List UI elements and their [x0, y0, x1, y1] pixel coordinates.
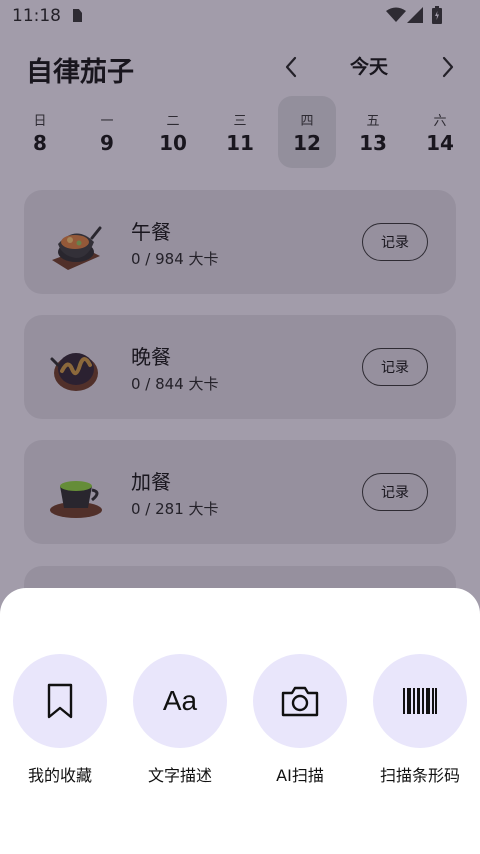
- action-circle[interactable]: Aa: [133, 654, 227, 748]
- action-circle[interactable]: [253, 654, 347, 748]
- barcode-icon: [403, 688, 437, 714]
- action-label: AI扫描: [276, 766, 324, 785]
- barcode-scan-action[interactable]: 扫描条形码: [365, 654, 475, 786]
- bookmark-icon: [47, 683, 73, 719]
- action-circle[interactable]: [13, 654, 107, 748]
- action-label: 我的收藏: [27, 766, 92, 785]
- add-food-bottom-sheet: 我的收藏 Aa 文字描述 AI扫描 扫描条形码: [0, 588, 480, 854]
- action-circle[interactable]: [373, 654, 467, 748]
- text-aa-icon: Aa: [162, 685, 198, 716]
- camera-icon: [281, 686, 319, 717]
- action-label: 扫描条形码: [379, 766, 460, 785]
- ai-scan-action[interactable]: AI扫描: [245, 654, 355, 786]
- favorites-action[interactable]: 我的收藏: [5, 654, 115, 786]
- action-label: 文字描述: [147, 766, 212, 785]
- text-description-action[interactable]: Aa 文字描述: [125, 654, 235, 786]
